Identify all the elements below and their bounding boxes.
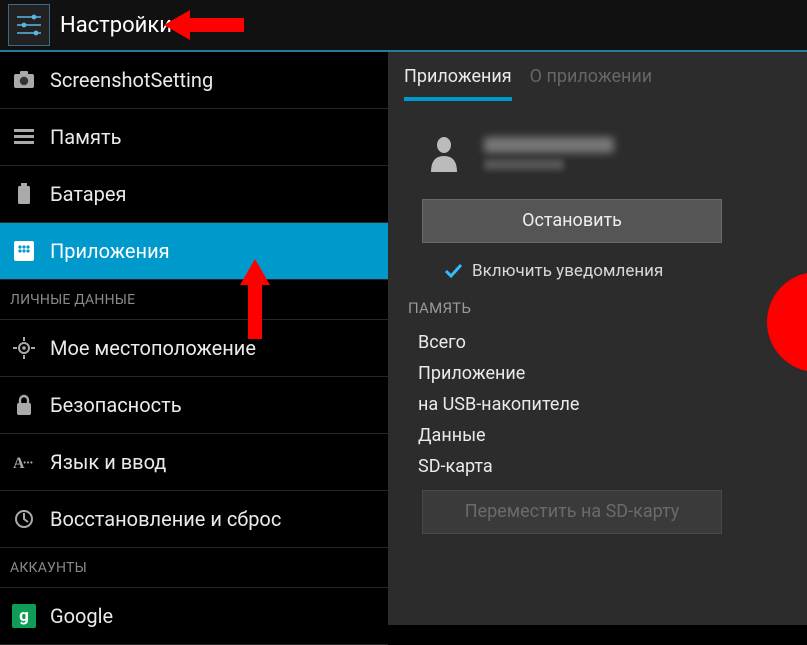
sidebar-item-security[interactable]: Безопасность [0,377,388,434]
storage-icon [10,128,38,146]
location-icon [10,337,38,359]
sidebar-label: Память [50,125,121,149]
reset-icon [10,508,38,530]
memory-app-row: Приложение [404,358,791,389]
sidebar-item-apps[interactable]: Приложения [0,223,388,280]
tab-apps[interactable]: Приложения [404,66,512,101]
sidebar-item-screenshot[interactable]: ScreenshotSetting [0,52,388,109]
sidebar-item-battery[interactable]: Батарея [0,166,388,223]
sidebar-item-reset[interactable]: Восстановление и сброс [0,491,388,548]
stop-button[interactable]: Остановить [422,199,722,243]
sidebar-item-google[interactable]: g Google [0,588,388,645]
app-header-row [404,107,791,197]
settings-sliders-icon [8,4,50,46]
memory-usb-row: на USB-накопителе [404,389,791,420]
sidebar-label: Мое местоположение [50,336,256,360]
app-detail-panel: Приложения О приложении Остановить Включ… [388,52,807,625]
svg-text:•••: ••• [23,458,33,469]
tab-about[interactable]: О приложении [530,66,653,101]
detail-tabs: Приложения О приложении [404,66,791,101]
language-icon: A••• [10,452,38,472]
apps-icon [10,240,38,262]
move-to-sd-button[interactable]: Переместить на SD-карту [422,490,722,534]
sidebar-item-language[interactable]: A••• Язык и ввод [0,434,388,491]
battery-icon [10,183,38,205]
sidebar-label: Батарея [50,182,126,206]
lock-icon [10,394,38,416]
app-name-blurred [484,137,614,170]
memory-total-row: Всего [404,327,791,358]
checkmark-icon [444,262,462,280]
camera-icon [10,71,38,89]
memory-section-header: ПАМЯТЬ [408,299,791,317]
header-title: Настройки [60,13,172,38]
settings-sidebar: ScreenshotSetting Память Батарея Приложе… [0,52,388,625]
memory-data-row: Данные [404,420,791,451]
sidebar-section-personal: ЛИЧНЫЕ ДАННЫЕ [0,280,388,320]
sidebar-label: Безопасность [50,393,182,417]
checkbox-label: Включить уведомления [472,261,663,281]
sidebar-label: Google [50,604,113,628]
sidebar-item-memory[interactable]: Память [0,109,388,166]
notifications-checkbox-row[interactable]: Включить уведомления [444,261,791,281]
app-icon [422,131,466,175]
sidebar-label: ScreenshotSetting [50,68,213,92]
sidebar-item-location[interactable]: Мое местоположение [0,320,388,377]
sidebar-label: Приложения [50,239,170,263]
google-icon: g [10,604,38,628]
sidebar-label: Восстановление и сброс [50,507,281,531]
sidebar-label: Язык и ввод [50,450,166,474]
memory-sdcard-row: SD-карта [404,451,791,482]
app-header: Настройки [0,0,807,52]
sidebar-section-accounts: АККАУНТЫ [0,548,388,588]
